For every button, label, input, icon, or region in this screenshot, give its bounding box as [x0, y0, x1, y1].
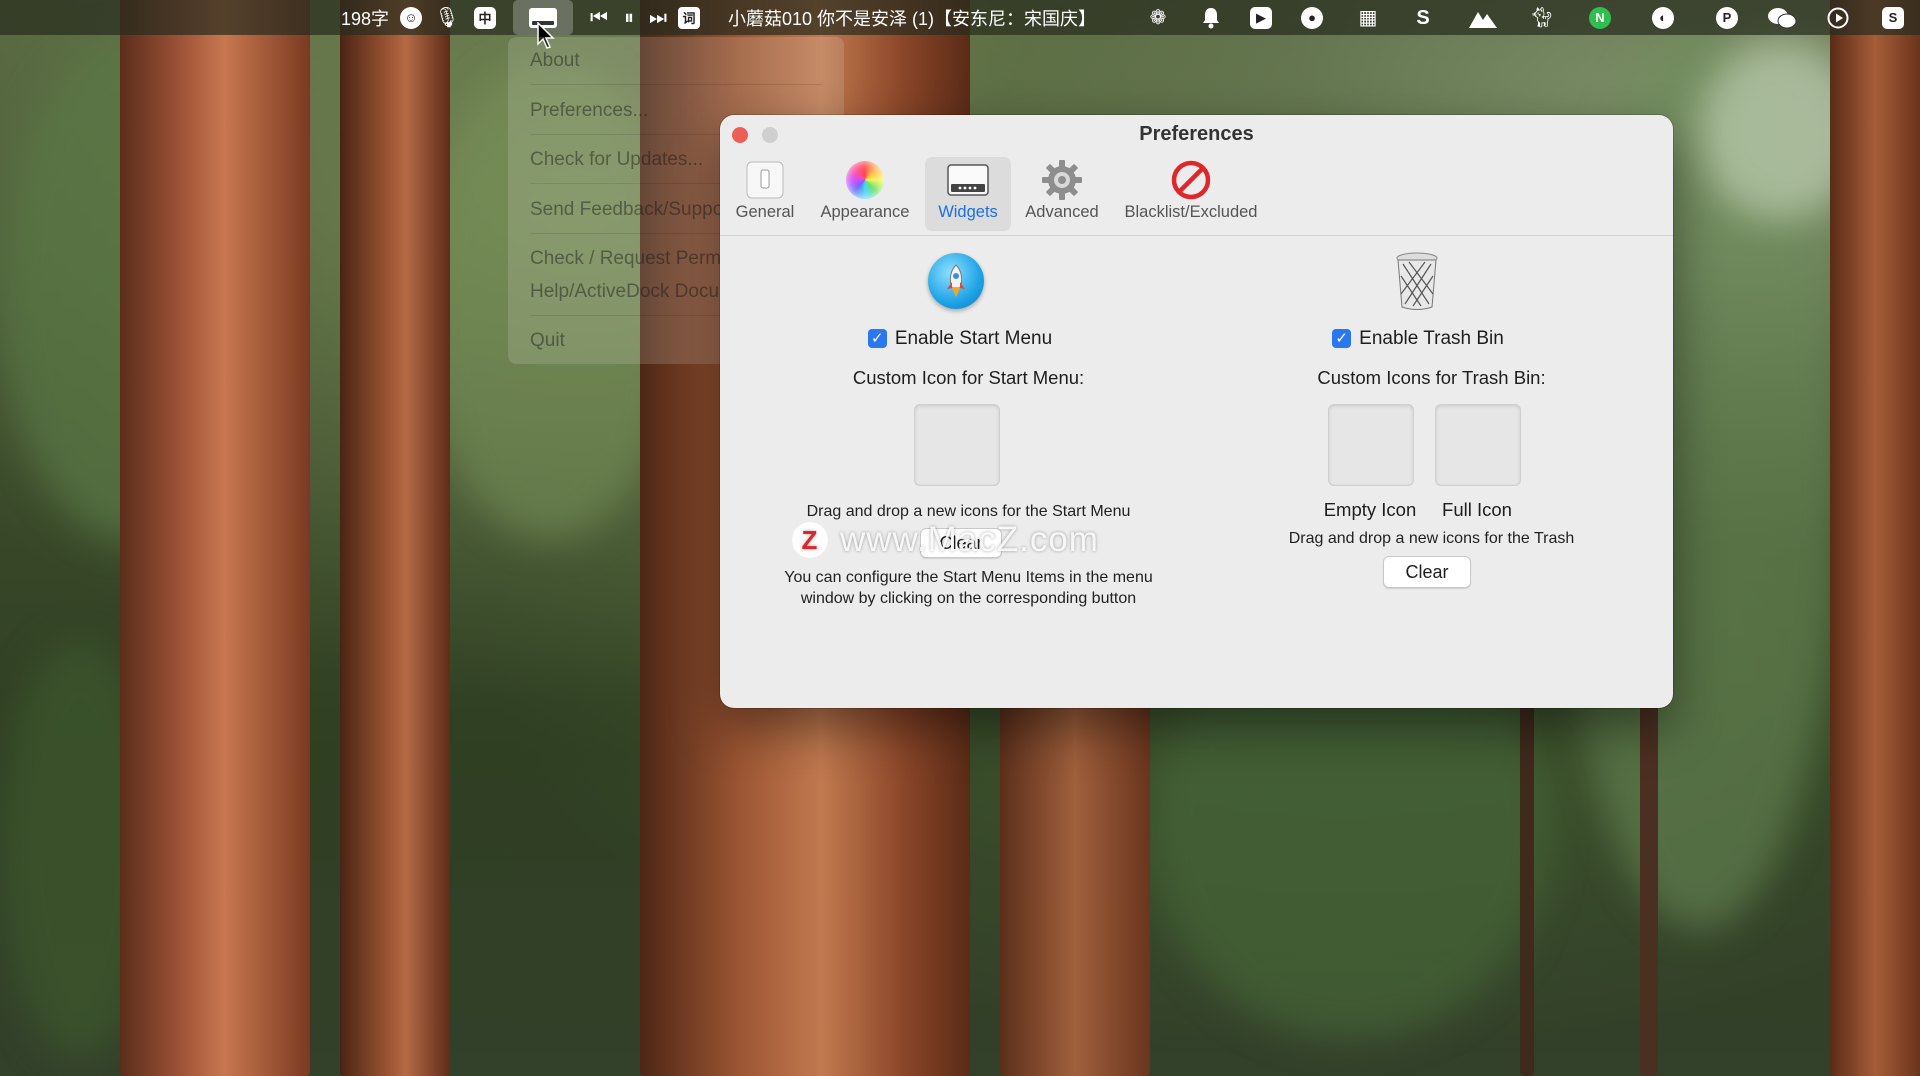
- tab-label: Widgets: [938, 203, 998, 221]
- tab-label: Advanced: [1025, 203, 1099, 221]
- app-s-icon[interactable]: S: [1410, 0, 1436, 35]
- input-method-label: 中: [474, 6, 496, 29]
- watermark: Z www.MacZ.com: [792, 520, 1099, 560]
- tree-trunk: [1000, 700, 1150, 1076]
- tree-trunk: [1830, 0, 1920, 1076]
- trash-drag-hint: Drag and drop a new icons for the Trash: [1288, 530, 1575, 547]
- previous-track-icon[interactable]: ⏮︎: [587, 0, 611, 35]
- enable-trash-label[interactable]: Enable Trash Bin: [1359, 328, 1504, 349]
- pause-icon[interactable]: ⏸︎: [617, 0, 641, 35]
- microphone-icon[interactable]: 🎙︎: [434, 0, 460, 35]
- smiley-icon[interactable]: ☺: [398, 0, 424, 35]
- app-s2-icon[interactable]: S: [1880, 0, 1906, 35]
- tab-label: General: [735, 203, 795, 221]
- app-mountain-icon[interactable]: [1468, 0, 1498, 35]
- app-cat-icon[interactable]: 🐈︎: [1527, 0, 1557, 35]
- input-method-icon[interactable]: 中: [472, 0, 498, 35]
- enable-start-menu-checkbox[interactable]: ✓: [867, 329, 887, 349]
- enable-start-menu-row: ✓ Enable Start Menu: [810, 328, 1110, 350]
- custom-start-icon-label: Custom Icon for Start Menu:: [852, 367, 1085, 388]
- app-n-icon[interactable]: N: [1587, 0, 1613, 35]
- rocket-icon: [928, 253, 984, 309]
- menu-item-preferences[interactable]: Preferences...: [530, 100, 648, 122]
- enable-trash-checkbox[interactable]: ✓: [1332, 329, 1352, 349]
- watermark-logo: Z: [792, 522, 828, 558]
- start-menu-config-note-1: You can configure the Start Menu Items i…: [784, 569, 1153, 586]
- empty-icon-label: Empty Icon: [1323, 499, 1417, 520]
- prohibited-icon: [1170, 157, 1212, 203]
- menu-item-check-updates[interactable]: Check for Updates...: [530, 149, 703, 171]
- tab-blacklist[interactable]: Blacklist/Excluded: [1116, 157, 1266, 231]
- trash-bin-icon: [1393, 250, 1441, 312]
- start-menu-drag-hint: Drag and drop a new icons for the Start …: [806, 503, 1131, 520]
- n-badge: N: [1589, 6, 1611, 29]
- tree-trunk: [120, 0, 310, 1076]
- trash-full-icon-well[interactable]: [1435, 404, 1521, 486]
- settings-flower-icon[interactable]: ❁: [1145, 0, 1171, 35]
- menu-item-about[interactable]: About: [530, 50, 580, 72]
- app-grid-icon[interactable]: ▦: [1355, 0, 1381, 35]
- tab-appearance[interactable]: Appearance: [813, 157, 917, 231]
- window-toolbar: Preferences General Appearance Widgets A…: [720, 115, 1673, 236]
- tree-trunk: [1520, 700, 1534, 1076]
- lyrics-label: 词: [678, 6, 700, 29]
- enable-trash-row: ✓ Enable Trash Bin: [1268, 328, 1568, 350]
- trash-clear-button[interactable]: Clear: [1383, 556, 1471, 588]
- tab-advanced[interactable]: Advanced: [1018, 157, 1106, 231]
- menu-item-quit[interactable]: Quit: [530, 330, 565, 352]
- now-playing-title[interactable]: 小蘑菇010 你不是安泽 (1)【安东尼：宋国庆】: [728, 0, 1128, 35]
- preferences-window: Preferences General Appearance Widgets A…: [720, 115, 1673, 708]
- tab-label: Appearance: [820, 203, 910, 221]
- word-count[interactable]: 198字: [335, 0, 395, 35]
- switch-icon: [745, 157, 785, 203]
- lyrics-icon[interactable]: 词: [676, 0, 702, 35]
- tab-label: Blacklist/Excluded: [1124, 203, 1258, 221]
- app-b-icon[interactable]: ▶: [1248, 0, 1274, 35]
- menu-bar: 198字 ☺ 🎙︎ 中 ⏮︎ ⏸︎ ⏭︎ 词 小蘑菇010 你不是安泽 (1)【…: [0, 0, 1920, 35]
- trash-empty-icon-well[interactable]: [1328, 404, 1414, 486]
- play-icon[interactable]: [1825, 0, 1851, 35]
- app-c-icon[interactable]: ●: [1299, 0, 1325, 35]
- widgets-icon: [946, 157, 990, 203]
- window-title: Preferences: [1139, 123, 1254, 145]
- custom-trash-icons-label: Custom Icons for Trash Bin:: [1317, 367, 1546, 388]
- watermark-text: www.MacZ.com: [840, 520, 1099, 559]
- app-a-icon[interactable]: ◐: [1650, 0, 1676, 35]
- app-p-icon[interactable]: P: [1714, 0, 1740, 35]
- start-menu-config-note-2: window by clicking on the corresponding …: [800, 590, 1137, 607]
- full-icon-label: Full Icon: [1442, 499, 1512, 520]
- next-track-icon[interactable]: ⏭︎: [646, 0, 670, 35]
- tab-widgets[interactable]: Widgets: [925, 157, 1011, 231]
- enable-start-menu-label[interactable]: Enable Start Menu: [895, 328, 1052, 349]
- wechat-icon[interactable]: [1767, 0, 1797, 35]
- menu-item-feedback[interactable]: Send Feedback/Support: [530, 199, 735, 221]
- tab-general[interactable]: General: [730, 157, 800, 231]
- start-menu-icon-well[interactable]: [914, 404, 1000, 486]
- notification-bell-icon[interactable]: [1198, 0, 1224, 35]
- color-wheel-icon: [846, 157, 884, 203]
- gear-icon: [1040, 157, 1084, 203]
- tree-trunk: [340, 0, 450, 1076]
